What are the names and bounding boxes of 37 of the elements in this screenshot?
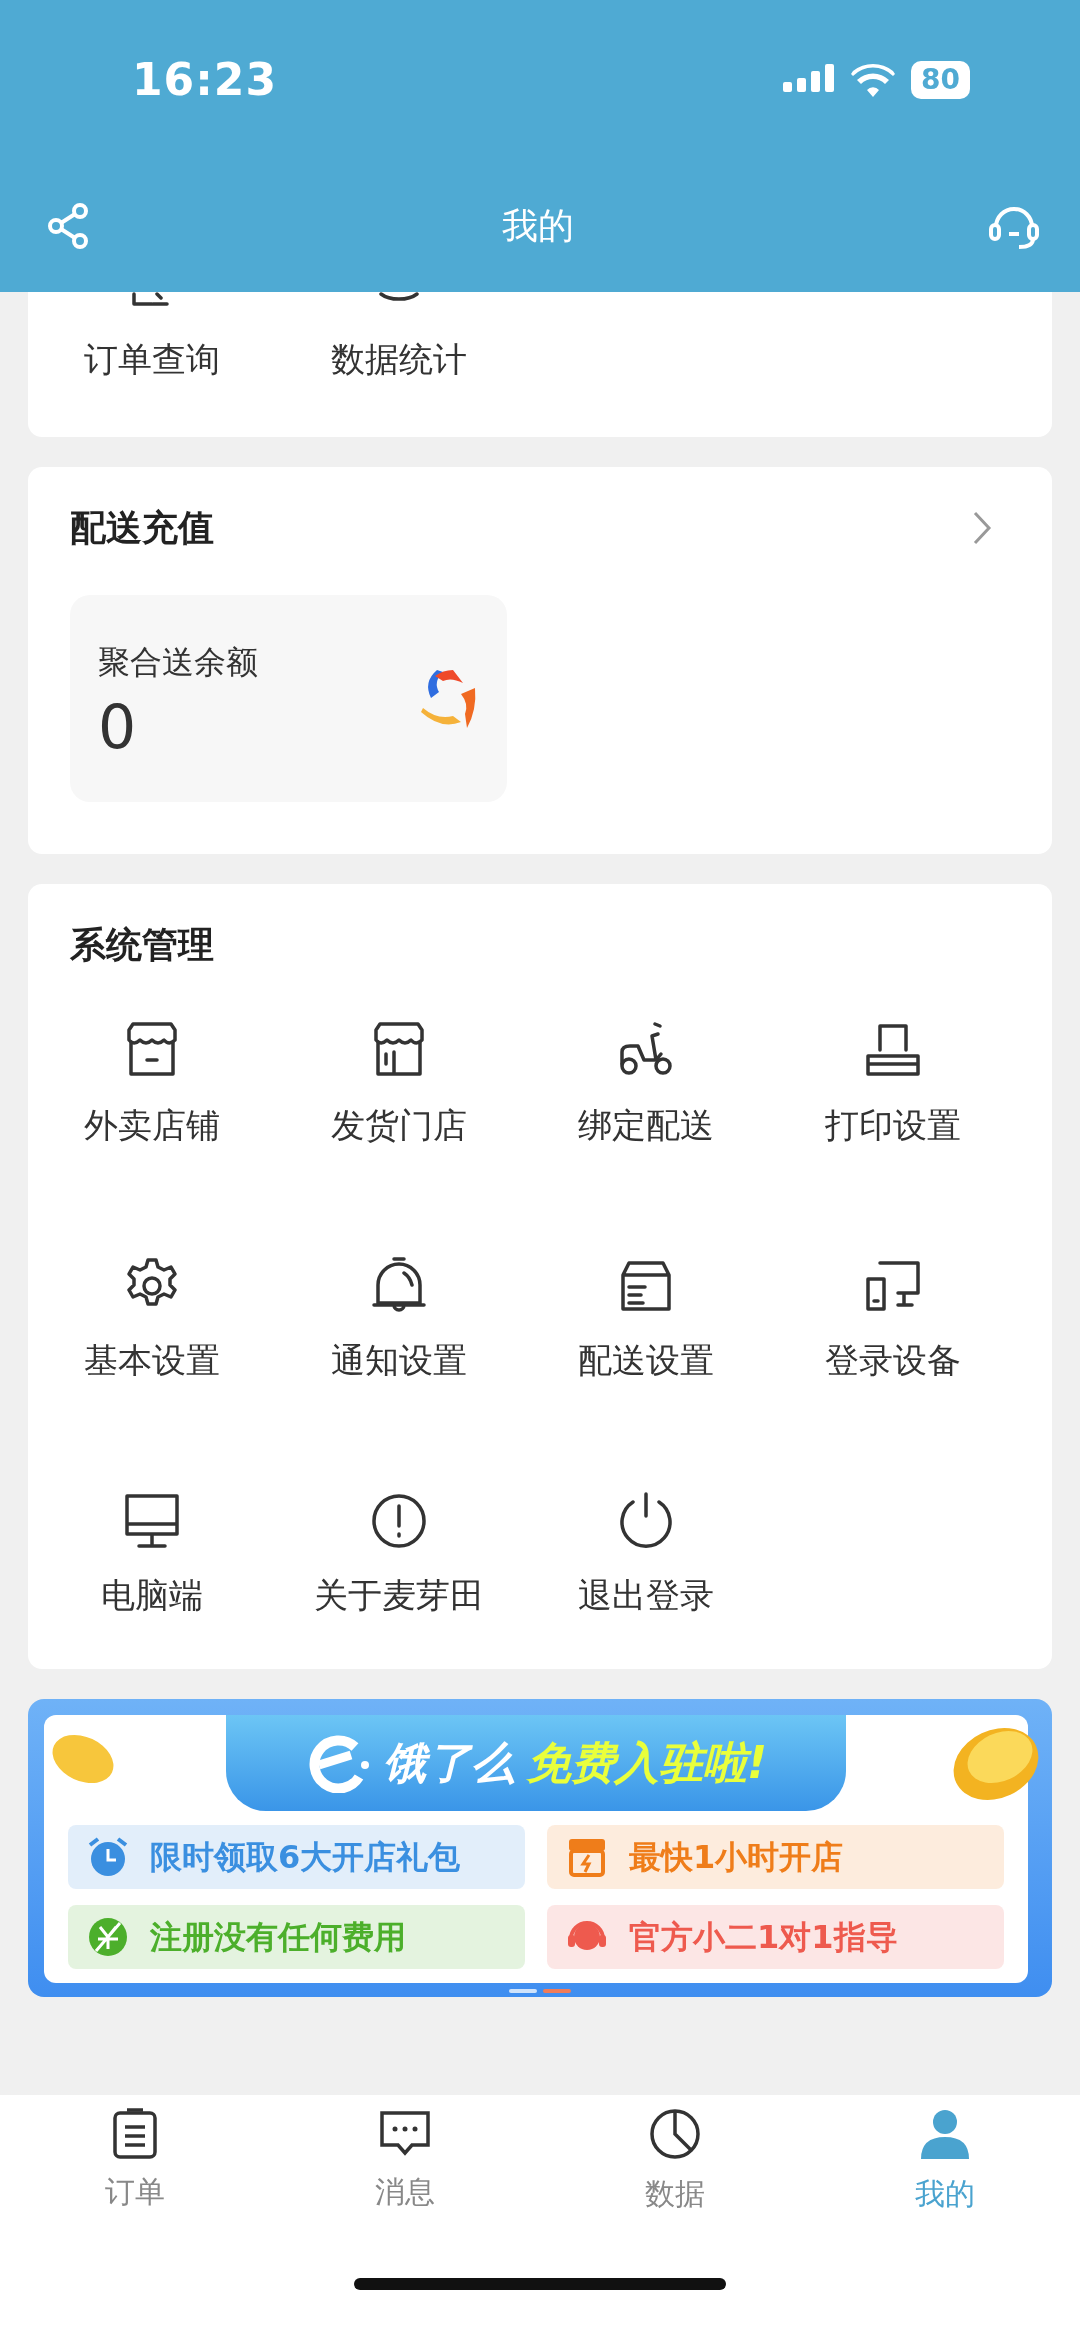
perk-text: 官方小二1对1指导	[629, 1917, 898, 1958]
battery-level: 80	[911, 61, 970, 99]
page-title: 我的	[502, 204, 574, 248]
no-fee-icon	[86, 1915, 130, 1959]
chevron-right-icon[interactable]	[972, 510, 992, 546]
perk-text: 注册没有任何费用	[150, 1917, 406, 1958]
balance-value: 0	[98, 693, 138, 760]
balance-label: 聚合送余额	[98, 641, 258, 683]
wifi-icon	[851, 63, 896, 97]
balance-card[interactable]: 聚合送余额 0	[70, 595, 507, 802]
pie-chart-icon	[648, 2107, 702, 2161]
menu-item-label[interactable]: 发货门店	[330, 1100, 467, 1151]
banner-title: 饿了么	[382, 1736, 515, 1790]
menu-item-label[interactable]: 打印设置	[824, 1100, 961, 1151]
menu-item-label[interactable]: 数据统计	[330, 334, 467, 385]
menu-item-label[interactable]: 配送设置	[577, 1335, 714, 1386]
section-title: 配送充值	[70, 506, 214, 550]
menu-item-label[interactable]: 登录设备	[824, 1335, 961, 1386]
perk-text: 最快1小时开店	[629, 1837, 844, 1878]
menu-item-label[interactable]: 通知设置	[330, 1335, 467, 1386]
share-icon[interactable]	[48, 203, 88, 249]
menu-item-label[interactable]: 外卖店铺	[83, 1100, 220, 1151]
tab-bar-item[interactable]: 订单	[0, 2107, 270, 2216]
banner-title-highlight: 免费入驻啦!	[526, 1736, 768, 1790]
perk-text: 限时领取6大开店礼包	[150, 1837, 461, 1878]
alarm-clock-icon	[86, 1835, 130, 1879]
section-title: 系统管理	[69, 923, 215, 967]
person-icon	[918, 2107, 972, 2161]
tab-bar-item[interactable]: 消息	[270, 2107, 540, 2216]
menu-item-label[interactable]: 关于麦芽田	[313, 1570, 484, 1621]
menu-item-label[interactable]: 退出登录	[577, 1570, 714, 1621]
menu-item-label[interactable]: 订单查询	[83, 334, 220, 385]
tab-bar-item[interactable]: 数据	[540, 2107, 810, 2216]
status-time: 16:23	[132, 53, 278, 107]
menu-item-label[interactable]: 基本设置	[83, 1335, 220, 1386]
menu-item-label[interactable]: 电脑端	[100, 1570, 203, 1621]
menu-item-label[interactable]: 绑定配送	[577, 1100, 714, 1151]
